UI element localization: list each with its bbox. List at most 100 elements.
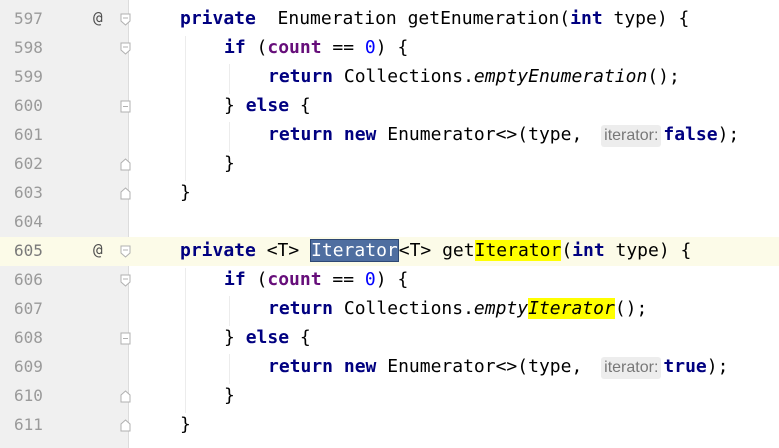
line-number: 604 [14, 212, 43, 231]
code-line-611[interactable]: 611 } [0, 411, 779, 440]
method-call[interactable]: empty [474, 298, 528, 319]
code-line-602[interactable]: 602 } [0, 150, 779, 179]
gutter-cell: 610 [0, 382, 131, 411]
line-number: 597 [14, 9, 43, 28]
code-text: <T> get [398, 240, 475, 261]
code-text: { [289, 327, 311, 348]
keyword: return [268, 356, 334, 377]
keyword: true [663, 356, 707, 377]
code-text: ); [706, 356, 729, 377]
code-line-604[interactable]: 604 [0, 208, 779, 237]
gutter-cell: 599 [0, 63, 128, 92]
number-literal: 0 [364, 37, 376, 58]
code-editor[interactable]: 597 @ private Enumeration getEnumeration… [0, 0, 779, 448]
keyword: int [570, 8, 603, 29]
code-text: Enumeration getEnumeration( [266, 8, 571, 29]
code-line-603[interactable]: 603 } [0, 179, 779, 208]
code-line-607[interactable]: 607 return Collections.emptyIterator(); [0, 295, 779, 324]
gutter-cell: 600 [0, 92, 131, 121]
fold-start-icon[interactable] [120, 13, 131, 26]
selected-text[interactable]: Iterator [310, 239, 399, 262]
line-number: 611 [14, 415, 43, 434]
code-text: } [180, 182, 191, 203]
keyword: if [224, 269, 246, 290]
code-text: } [180, 414, 191, 435]
parameter-hint: iterator: [601, 125, 662, 147]
line-number: 609 [14, 357, 43, 376]
gutter-cell: 598 [0, 34, 131, 63]
code-line-597[interactable]: 597 @ private Enumeration getEnumeration… [0, 5, 779, 34]
gutter-cell: 601 [0, 121, 128, 150]
keyword: false [663, 124, 718, 145]
code-line-601[interactable]: 601 return new Enumerator<>(type, iterat… [0, 121, 779, 150]
keyword: private [180, 240, 256, 261]
gutter-cell: 607 [0, 295, 128, 324]
keyword: if [224, 37, 246, 58]
code-text: ); [717, 124, 740, 145]
code-text: } [224, 153, 235, 174]
line-number: 601 [14, 125, 43, 144]
fold-start-icon[interactable] [120, 274, 131, 287]
code-text: == [321, 269, 365, 290]
method-call[interactable]: emptyEnumeration [474, 66, 647, 87]
line-number: 599 [14, 67, 43, 86]
gutter-cell: 604 [0, 208, 128, 237]
keyword: int [572, 240, 605, 261]
keyword: new [343, 124, 377, 145]
line-number: 603 [14, 183, 43, 202]
code-line-610[interactable]: 610 } [0, 382, 779, 411]
code-line-608[interactable]: 608 } else { [0, 324, 779, 353]
code-line-598[interactable]: 598 if (count == 0) { [0, 34, 779, 63]
search-match[interactable]: Iterator [474, 240, 562, 261]
keyword: return [268, 298, 334, 319]
override-marker-icon[interactable]: @ [93, 240, 103, 259]
line-number: 602 [14, 154, 43, 173]
code-text: { [289, 95, 311, 116]
code-text: ) { [375, 269, 409, 290]
keyword: new [343, 356, 377, 377]
fold-end-icon[interactable] [120, 390, 131, 403]
keyword: else [245, 327, 290, 348]
gutter-cell: 597 @ [0, 5, 131, 34]
code-text: Enumerator<>(type, [376, 356, 594, 377]
keyword: return [268, 124, 334, 145]
code-line-599[interactable]: 599 return Collections.emptyEnumeration(… [0, 63, 779, 92]
search-match[interactable]: Iterator [528, 298, 615, 319]
fold-end-icon[interactable] [120, 419, 131, 432]
gutter-cell: 608 [0, 324, 131, 353]
fold-mid-icon[interactable] [120, 100, 131, 113]
code-text: } [224, 95, 246, 116]
code-text: ( [245, 37, 268, 58]
code-text: } [224, 327, 246, 348]
code-line-609[interactable]: 609 return new Enumerator<>(type, iterat… [0, 353, 779, 382]
field-reference[interactable]: count [267, 37, 321, 58]
fold-mid-icon[interactable] [120, 332, 131, 345]
line-number: 605 [14, 241, 43, 260]
line-number: 606 [14, 270, 43, 289]
keyword: private [180, 8, 256, 29]
override-marker-icon[interactable]: @ [93, 8, 103, 27]
fold-end-icon[interactable] [120, 187, 131, 200]
field-reference[interactable]: count [267, 269, 321, 290]
code-text: Enumerator<>(type, [376, 124, 594, 145]
gutter-cell: 606 [0, 266, 131, 295]
parameter-hint: iterator: [601, 357, 662, 379]
number-literal: 0 [364, 269, 376, 290]
gutter-cell: 611 [0, 411, 131, 440]
code-line-600[interactable]: 600 } else { [0, 92, 779, 121]
code-text: } [224, 385, 235, 406]
code-text: Collections. [333, 298, 474, 319]
code-text: type) { [604, 240, 692, 261]
code-line-606[interactable]: 606 if (count == 0) { [0, 266, 779, 295]
fold-start-icon[interactable] [120, 42, 131, 55]
code-text: ) { [375, 37, 409, 58]
fold-start-icon[interactable] [120, 245, 131, 258]
line-number: 608 [14, 328, 43, 347]
code-text: Collections. [333, 66, 474, 87]
line-number: 600 [14, 96, 43, 115]
code-text: (); [647, 66, 680, 87]
code-text: ( [561, 240, 573, 261]
fold-end-icon[interactable] [120, 158, 131, 171]
code-text: type) { [602, 8, 690, 29]
code-line-605[interactable]: 605 @ private <T> Iterator<T> getIterato… [0, 237, 779, 266]
